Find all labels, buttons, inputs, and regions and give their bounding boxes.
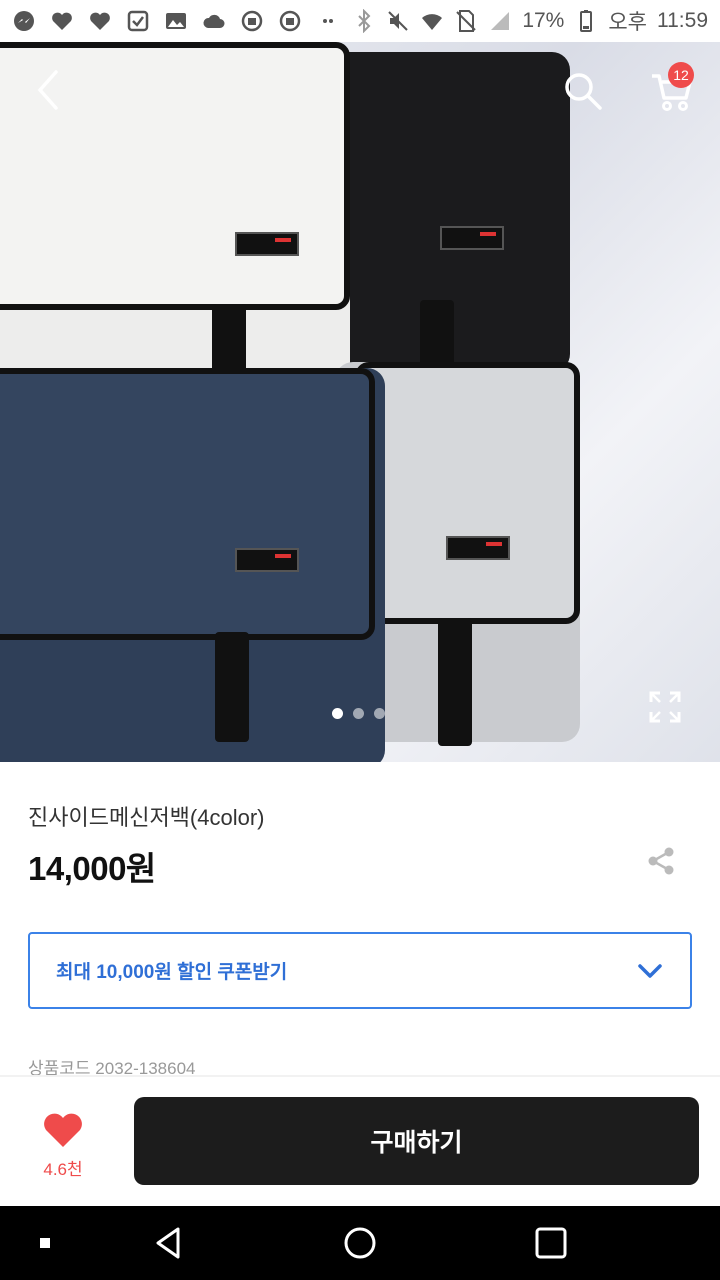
bag-brand-tag bbox=[440, 226, 504, 250]
nav-back-button[interactable] bbox=[150, 1224, 188, 1262]
pager-dot-active[interactable] bbox=[332, 708, 343, 719]
gallery-icon bbox=[164, 9, 188, 33]
bag-flap bbox=[0, 368, 375, 640]
product-price: 14,000원 bbox=[28, 850, 156, 887]
search-button[interactable] bbox=[562, 70, 604, 112]
app-icon bbox=[126, 9, 150, 33]
heart-icon bbox=[50, 9, 74, 33]
nav-home-button[interactable] bbox=[341, 1224, 379, 1262]
bluetooth-icon bbox=[352, 9, 376, 33]
nav-overview-button[interactable] bbox=[532, 1224, 570, 1262]
back-icon bbox=[37, 70, 58, 110]
bag-flap bbox=[355, 362, 580, 624]
clock: 11:59 bbox=[657, 9, 708, 32]
more-icon bbox=[316, 9, 340, 33]
section-divider bbox=[0, 1075, 720, 1077]
mute-icon bbox=[386, 9, 410, 33]
messenger-icon bbox=[12, 9, 36, 33]
product-image-gallery[interactable] bbox=[0, 42, 720, 762]
pager-dot[interactable] bbox=[353, 708, 364, 719]
coupon-dropdown[interactable]: 최대 10,000원 할인 쿠폰받기 bbox=[28, 932, 692, 1009]
like-count: 4.6천 bbox=[43, 1160, 83, 1179]
buy-button[interactable]: 구매하기 bbox=[134, 1097, 699, 1185]
pager-dot[interactable] bbox=[374, 708, 385, 719]
time-ampm: 오후 bbox=[608, 11, 647, 34]
recent-dot-button[interactable] bbox=[26, 1224, 64, 1262]
chevron-down-icon bbox=[638, 963, 662, 978]
search-icon bbox=[565, 73, 602, 110]
bag-strap bbox=[215, 632, 249, 742]
back-button[interactable] bbox=[28, 68, 68, 112]
back-triangle-icon bbox=[156, 1227, 180, 1259]
product-title: 진사이드메신저백(4color) bbox=[28, 805, 265, 830]
wifi-icon bbox=[420, 9, 444, 33]
share-button[interactable] bbox=[646, 846, 676, 876]
heart-icon bbox=[44, 1113, 82, 1147]
bag-strap bbox=[438, 618, 472, 746]
like-button[interactable]: 4.6천 bbox=[32, 1112, 94, 1180]
bag-brand-tag bbox=[235, 548, 299, 572]
battery-percent: 17% bbox=[522, 9, 565, 32]
cart-count-badge: 12 bbox=[668, 62, 694, 88]
android-nav-bar bbox=[0, 1206, 720, 1280]
android-icon bbox=[240, 9, 264, 33]
coupon-label: 최대 10,000원 할인 쿠폰받기 bbox=[56, 962, 288, 983]
system-icons: 17% 오후 11:59 bbox=[352, 6, 708, 36]
gallery-pager bbox=[332, 708, 385, 719]
heart-icon bbox=[88, 9, 112, 33]
bag-strap bbox=[420, 300, 454, 370]
status-bar: 17% 오후 11:59 bbox=[0, 0, 720, 42]
signal-icon bbox=[488, 9, 512, 33]
home-circle-icon bbox=[344, 1227, 376, 1259]
cloud-icon bbox=[202, 9, 226, 33]
bag-brand-tag bbox=[446, 536, 510, 560]
android-icon bbox=[278, 9, 302, 33]
share-icon bbox=[648, 847, 674, 875]
overview-square-icon bbox=[535, 1227, 567, 1259]
bag-brand-tag bbox=[235, 232, 299, 256]
battery-icon bbox=[574, 9, 598, 33]
no-sim-icon bbox=[454, 9, 478, 33]
recent-dot-icon bbox=[40, 1238, 50, 1248]
notification-icons bbox=[12, 9, 340, 33]
expand-icon[interactable] bbox=[648, 690, 682, 724]
